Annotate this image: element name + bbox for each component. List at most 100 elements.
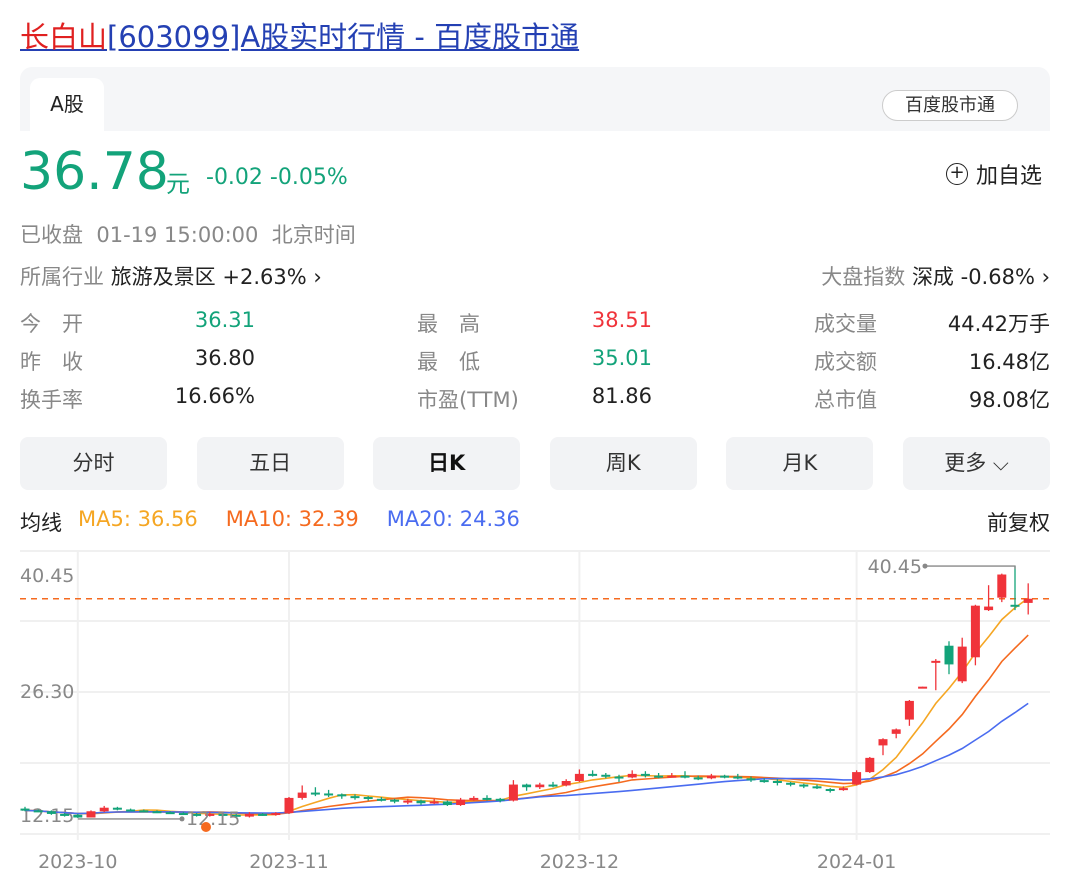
max-price-label: 40.45 (868, 556, 922, 578)
candle-body (627, 773, 637, 778)
ma10-value: MA10: 32.39 (225, 507, 359, 531)
stat-label: 最 高 (417, 312, 480, 336)
candle-body (720, 775, 730, 778)
candle-body (126, 809, 136, 812)
kline-chart[interactable]: 2023-10 2023-11 2023-12 2024-01 40.45 26.30 12… (0, 540, 1080, 881)
period-tab[interactable]: 周K (549, 437, 697, 490)
ma5-value: MA5: 36.56 (78, 507, 198, 531)
candle-body (680, 775, 690, 778)
candle-body (786, 782, 796, 785)
index-label: 大盘指数 (821, 265, 906, 289)
candle-body (244, 813, 254, 817)
candle-body (1023, 598, 1033, 603)
candle-body (970, 605, 980, 658)
candle-body (984, 606, 994, 611)
x-tick-label: 2023-10 (38, 851, 117, 873)
candle-body (390, 799, 400, 802)
candle-body (812, 786, 822, 789)
period-tab[interactable]: 五日 (196, 437, 344, 490)
candle-body (456, 799, 466, 806)
candle-body (654, 775, 664, 778)
period-tab[interactable]: 分时 (20, 437, 167, 490)
stat-value: 38.51 (591, 308, 652, 332)
industry-value: 旅游及景区 +2.63% (110, 265, 307, 289)
source-badge[interactable]: 百度股市通 (882, 90, 1018, 121)
candle-body (706, 775, 716, 779)
candle-body (508, 784, 518, 801)
stat-value: 36.31 (194, 308, 255, 332)
industry-label: 所属行业 (20, 265, 104, 289)
candle-body (271, 813, 281, 816)
add-watchlist-button[interactable]: + 加自选 (946, 158, 1042, 190)
price-change: -0.02 -0.05% (206, 165, 348, 190)
x-tick-label: 2024-01 (817, 851, 896, 873)
candle-body (799, 784, 809, 787)
stat-label: 总市值 (814, 388, 877, 412)
candle-body (139, 810, 149, 813)
period-tab-label: 日K (428, 451, 466, 475)
stat-label: 换手率 (20, 388, 83, 412)
candle-body (918, 686, 928, 689)
x-tick-label: 2023-12 (540, 851, 619, 873)
candle-body (878, 739, 888, 746)
x-tick-label: 2023-11 (249, 851, 328, 873)
stat-value: 44.42万手 (947, 312, 1050, 336)
index-value: 深成 -0.68% (911, 265, 1035, 289)
period-tab-label: 分时 (72, 451, 115, 475)
candle-body (904, 700, 914, 720)
index-link[interactable]: 大盘指数 深成 -0.68% › (821, 261, 1050, 291)
candle-body (640, 773, 650, 776)
candle-body (152, 811, 162, 814)
candle-body (759, 780, 769, 783)
candle-body (416, 800, 426, 804)
candle-body (376, 798, 386, 801)
plus-circle-icon: + (946, 163, 968, 185)
candle-body (838, 788, 848, 791)
max-leader-dot (922, 563, 928, 569)
period-tab-label: 周K (605, 451, 641, 475)
candle-body (588, 773, 598, 776)
candle-body (997, 574, 1007, 598)
candle-body (337, 794, 347, 797)
candle-body (852, 772, 862, 785)
industry-link[interactable]: 所属行业 旅游及景区 +2.63% › (20, 261, 322, 291)
tab-a-share[interactable]: A股 (30, 78, 104, 131)
add-watchlist-label: 加自选 (976, 164, 1043, 189)
page-title-link[interactable]: 长白山[603099]A股实时行情 - 百度股市通 (20, 14, 579, 56)
candle-body (403, 800, 413, 803)
candle-body (667, 775, 677, 778)
candle-body (865, 757, 875, 773)
candle-body (112, 807, 122, 810)
period-tab[interactable]: 月K (726, 437, 874, 490)
adjust-toggle[interactable]: 前复权 (987, 507, 1050, 537)
period-tab[interactable]: 日K (373, 437, 521, 490)
stat-value: 16.66% (174, 384, 255, 408)
chevron-right-icon: › (1041, 265, 1050, 289)
stat-value: 16.48亿 (968, 350, 1050, 374)
candle-body (297, 792, 307, 798)
candle-body (60, 813, 70, 816)
candle-body (944, 645, 954, 665)
ma-label: 均线 (20, 511, 62, 535)
y-tick-label: 40.45 (20, 565, 74, 587)
candle-body (165, 812, 175, 815)
candle-body (20, 808, 30, 811)
candle-body (469, 797, 479, 800)
candle-body (746, 778, 756, 781)
max-leader-line (925, 565, 1016, 570)
period-tab-label: 五日 (249, 451, 292, 475)
stat-label: 市盈(TTM) (417, 388, 519, 412)
min-price-label: 12.15 (186, 808, 240, 830)
stat-label: 最 低 (417, 350, 480, 374)
ma-legend: 均线 MA5: 36.56 MA10: 32.39 MA20: 24.36 (20, 507, 520, 537)
candle-body (535, 784, 545, 788)
ma5-line (24, 597, 1029, 816)
candle-body (429, 801, 439, 804)
candle-body (363, 797, 373, 800)
stat-label: 今 开 (20, 312, 83, 336)
price-unit: 元 (166, 170, 190, 198)
chevron-down-icon: ⌵ (986, 451, 1009, 475)
stat-label: 成交额 (814, 350, 877, 374)
period-tab[interactable]: 更多 ⌵ (903, 437, 1050, 490)
candle-body (442, 801, 452, 806)
